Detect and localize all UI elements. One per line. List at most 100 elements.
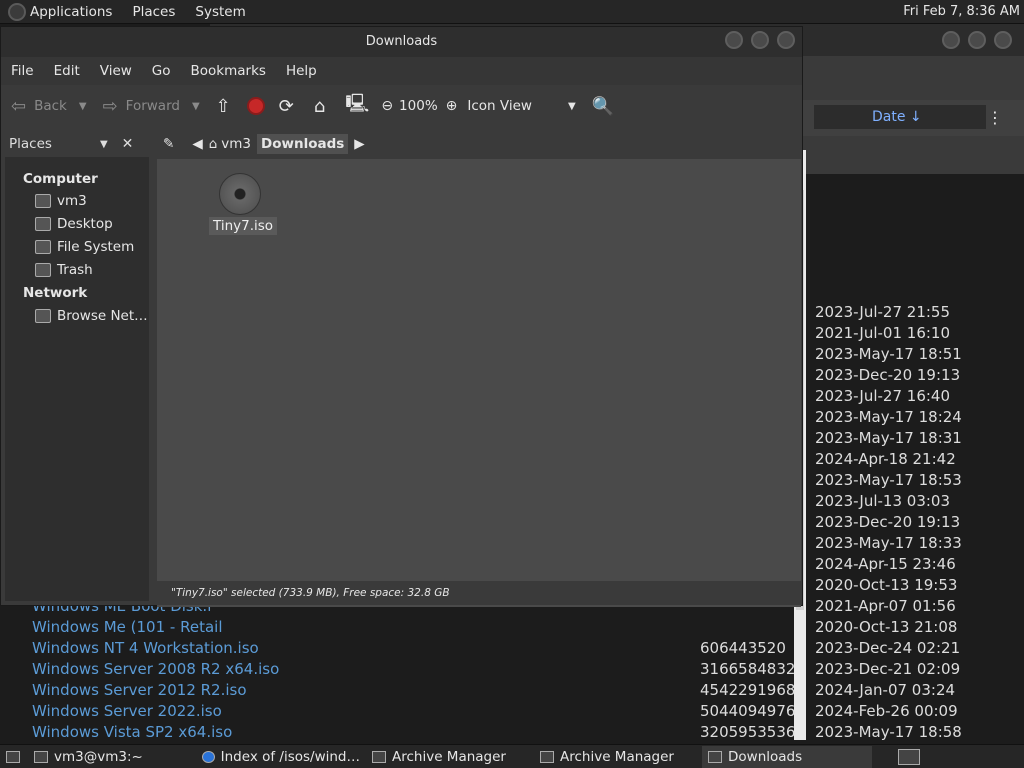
file-date: 2023-May-17 18:58 [815,723,962,741]
forward-history-icon[interactable]: ▼ [192,101,200,112]
file-link[interactable]: Windows Server 2022.iso [32,701,222,722]
view-mode-select[interactable]: Icon View ▼ [467,98,575,114]
file-size: 3205953536 [700,723,796,741]
file-link[interactable]: Windows Vista SP2 x64.iso [32,722,232,743]
zoom-in-icon[interactable]: ⊕ [446,98,458,114]
file-date: 2023-May-17 18:51 [815,345,962,363]
stop-icon [246,97,265,115]
path-right-arrow-icon[interactable]: ▶ [354,136,364,152]
file-date: 2024-Apr-18 21:42 [815,450,956,468]
applications-label: Applications [30,3,113,20]
distro-logo-icon [8,2,26,21]
file-date: 2021-Apr-07 01:56 [815,597,956,615]
applications-menu[interactable]: Applications [8,2,113,21]
sidebar-item-filesystem[interactable]: File System [35,239,134,255]
archive-icon [372,750,386,763]
file-link[interactable]: Windows NT 4 Workstation.iso [32,638,259,659]
menu-view[interactable]: View [100,63,132,79]
file-link[interactable]: Windows Server 2008 R2 x64.iso [32,659,279,680]
taskbar-item-archive-manager-2[interactable]: Archive Manager [534,746,702,768]
stop-button[interactable] [246,97,265,115]
computer-button[interactable]: 🖳 [345,91,377,121]
computer-icon: 🖳 [345,93,370,114]
trash-icon [35,263,51,277]
menu-file[interactable]: File [11,63,34,79]
back-button[interactable]: ⇦ Back ▼ [11,96,87,117]
section-computer: Computer [23,171,98,187]
file-date: 2023-May-17 18:53 [815,471,962,489]
home-button[interactable]: ⌂ [314,96,333,117]
close-icon[interactable] [994,31,1012,49]
file-label[interactable]: Tiny7.iso [209,217,278,235]
taskbar-item-terminal[interactable]: vm3@vm3:~ [28,746,196,768]
file-date: 2023-Jul-27 16:40 [815,387,951,405]
reload-button[interactable]: ⟳ [279,96,302,117]
close-icon[interactable] [777,31,795,49]
file-date: 2023-May-17 18:31 [815,429,962,447]
menu-bookmarks[interactable]: Bookmarks [191,63,266,79]
zoom-level: 100% [399,98,438,114]
zoom-out-icon[interactable]: ⊖ [381,98,393,114]
minimize-icon[interactable] [725,31,743,49]
path-left-arrow-icon[interactable]: ◀ [192,136,202,152]
file-link[interactable]: Windows Server 2012 R2.iso [32,680,247,701]
date-column-header[interactable]: Date ↓ [814,105,986,129]
desktop-icon [35,217,51,231]
back-label: Back [34,98,67,114]
file-date: 2023-May-17 18:24 [815,408,962,426]
menu-go[interactable]: Go [152,63,171,79]
back-history-icon[interactable]: ▼ [79,101,87,112]
archive-icon [540,750,554,763]
forward-button[interactable]: ⇨ Forward ▼ [103,96,200,117]
clock[interactable]: Fri Feb 7, 8:36 AM [903,4,1020,19]
breadcrumb-vm3[interactable]: ⌂ vm3 [209,136,251,152]
taskbar-item-label: Archive Manager [392,748,506,765]
file-date: 2021-Jul-01 16:10 [815,324,951,342]
view-mode-label: Icon View [467,98,532,114]
taskbar-item-browser[interactable]: Index of /isos/wind… [196,746,366,768]
file-link[interactable]: Windows Me (101 - Retail [32,617,222,638]
file-view: Tiny7.iso [157,159,801,607]
chevron-down-icon: ▼ [99,138,108,150]
maximize-icon[interactable] [751,31,769,49]
sidebar-selector[interactable]: Places ▼ ✕ [5,131,149,157]
file-size: 606443520 [700,639,786,657]
network-icon [35,309,51,323]
file-date: 2024-Apr-15 23:46 [815,555,956,573]
file-date: 2023-Jul-13 03:03 [815,492,951,510]
taskbar-item-archive-manager-1[interactable]: Archive Manager [366,746,534,768]
places-menu[interactable]: Places [132,4,175,20]
forward-label: Forward [125,98,180,114]
maximize-icon[interactable] [968,31,986,49]
search-icon: 🔍 [591,95,615,117]
path-bar: ✎ ◀ ⌂ vm3 Downloads ▶ [157,131,801,157]
workspace-switcher[interactable] [892,746,926,768]
toolbar: ⇦ Back ▼ ⇨ Forward ▼ ⇧ ⟳ ⌂ 🖳 ⊖ 100% ⊕ Ic… [1,85,802,127]
search-button[interactable]: 🔍 [592,96,622,117]
zoom-control[interactable]: ⊖ 100% ⊕ [381,98,457,114]
file-date: 2024-Feb-26 00:09 [815,702,958,720]
sidebar-item-vm3[interactable]: vm3 [35,193,87,209]
minimize-icon[interactable] [942,31,960,49]
edit-location-icon[interactable]: ✎ [163,136,174,152]
system-label: System [195,3,246,20]
sidebar-item-label: vm3 [57,193,87,209]
menu-edit[interactable]: Edit [54,63,80,79]
disc-image-icon[interactable] [219,173,261,215]
up-arrow-icon: ⇧ [215,95,231,117]
browser-icon [202,750,215,763]
breadcrumb-downloads[interactable]: Downloads [257,134,349,154]
more-menu-icon[interactable]: ⋮ [985,108,1005,128]
file-manager-window: Downloads File Edit View Go Bookmarks He… [0,26,803,607]
system-menu[interactable]: System [195,4,245,20]
show-desktop-button[interactable] [0,746,28,768]
sidebar-item-browse-network[interactable]: Browse Net… [35,308,148,324]
sidebar-item-desktop[interactable]: Desktop [35,216,113,232]
taskbar-item-downloads[interactable]: Downloads [702,745,872,768]
up-button[interactable]: ⇧ [216,96,239,117]
file-date: 2023-Jul-27 21:55 [815,303,951,321]
menu-help[interactable]: Help [286,63,317,79]
home-folder-icon: ⌂ [208,136,218,152]
sidebar-item-trash[interactable]: Trash [35,262,93,278]
close-sidebar-icon[interactable]: ✕ [122,136,134,152]
